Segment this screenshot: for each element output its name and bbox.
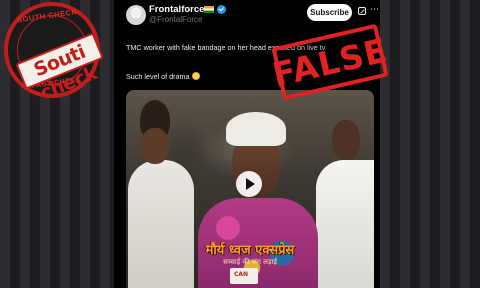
verified-badge-icon — [217, 5, 226, 14]
rolling-eyes-emoji-icon — [191, 72, 200, 80]
left-man-shirt — [128, 160, 194, 288]
tweet-text-line-2: Such level of drama — [126, 72, 200, 81]
subscribe-button[interactable]: Subscribe — [307, 4, 352, 21]
right-man-face — [332, 120, 360, 160]
play-icon[interactable] — [236, 171, 262, 197]
avatar[interactable] — [126, 5, 146, 25]
channel-overlay-subtext: सच्चाई की जंग लड़ाई — [223, 258, 277, 266]
video-player[interactable]: मौर्य ध्वज एक्सप्रेस सच्चाई की जंग लड़ाई… — [126, 90, 374, 288]
channel-overlay-text: मौर्य ध्वज एक्सप्रेस — [205, 243, 295, 258]
user-handle[interactable]: @FrontalForce — [149, 15, 202, 24]
more-options-icon[interactable]: ⋯ — [370, 4, 380, 14]
user-name[interactable]: Frontalforce — [149, 4, 204, 15]
tweet-text-line-2-label: Such level of drama — [126, 72, 190, 81]
india-flag-icon — [204, 6, 214, 13]
head-bandage — [226, 112, 286, 146]
microphone-label: CAN — [234, 271, 249, 278]
grok-icon[interactable] — [358, 7, 366, 15]
left-man-face — [141, 128, 169, 164]
right-man-shirt — [316, 160, 374, 288]
